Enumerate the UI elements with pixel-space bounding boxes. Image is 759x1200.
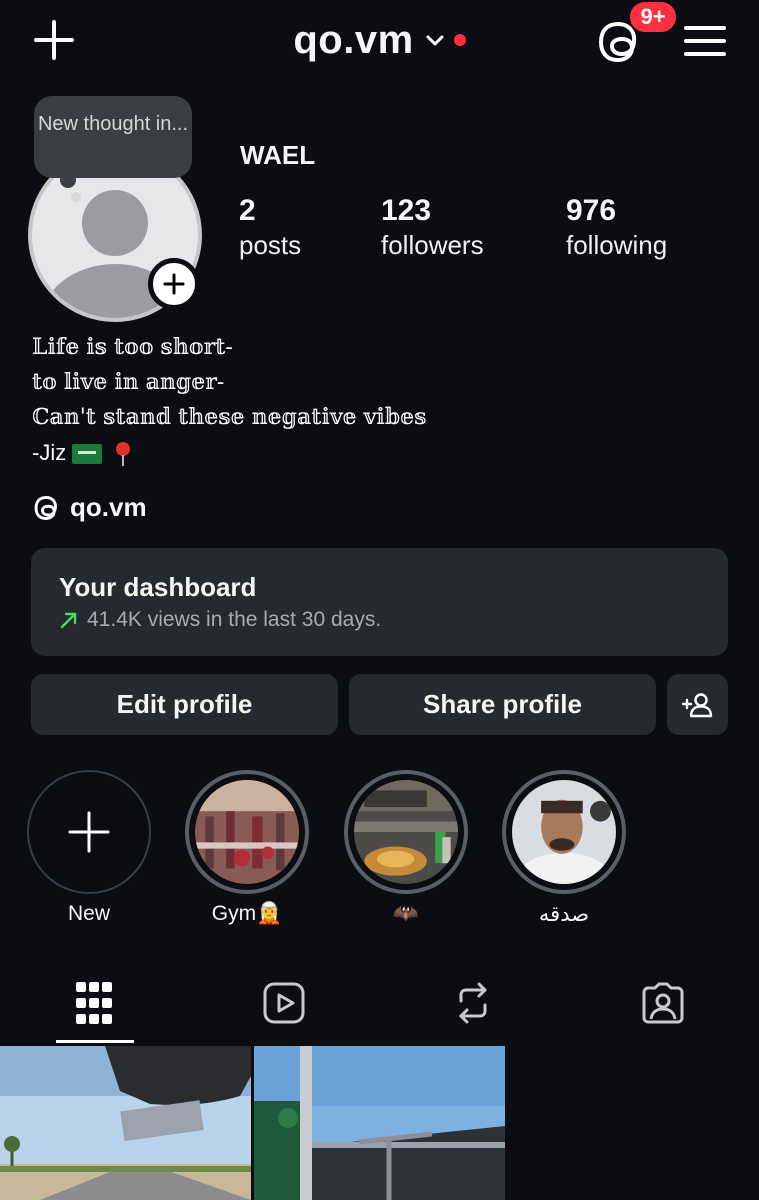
avatar-head-shape (82, 190, 148, 256)
threads-handle: qo.vm (70, 492, 147, 522)
highlight-label: New (67, 902, 110, 925)
dashboard-title: Your dashboard (59, 572, 257, 602)
plus-icon (163, 273, 185, 295)
repost-icon (459, 982, 487, 1024)
followers-label: followers (381, 230, 484, 260)
threads-profile-link[interactable]: qo.vm (32, 492, 147, 523)
plus-icon (68, 811, 110, 853)
saudi-flag-icon (72, 444, 103, 465)
tab-reels[interactable] (254, 976, 314, 1030)
share-profile-button[interactable]: Share profile (349, 674, 656, 735)
unread-dot (453, 34, 466, 46)
bio-line: 𝕥𝕠 𝕝𝕚𝕧𝕖 𝕚𝕟 𝕒𝕟𝕘𝕖𝕣- (32, 370, 225, 395)
dashboard-subtitle: 41.4K views in the last 30 days. (87, 608, 382, 631)
trend-up-arrow-icon (60, 612, 77, 629)
edit-profile-button[interactable]: Edit profile (31, 674, 338, 735)
note-bubble[interactable]: New thought in... (34, 96, 192, 178)
discover-people-button[interactable] (667, 674, 728, 735)
following-label: following (566, 230, 668, 260)
dashboard-subtitle-row: 41.4K views in the last 30 days. (59, 608, 700, 632)
highlight-gym[interactable] (185, 770, 309, 894)
followers-stat[interactable]: 123 followers (381, 194, 484, 262)
top-bar: qo.vm 9+ (0, 0, 759, 90)
chevron-down-icon[interactable] (424, 29, 446, 51)
bio: 𝕃𝕚𝕗𝕖 𝕚𝕤 𝕥𝕠𝕠 𝕤𝕙𝕠𝕣𝕥- 𝕥𝕠 𝕝𝕚𝕧𝕖 𝕚𝕟 𝕒𝕟𝕘𝕖𝕣- ℂ𝕒𝕟… (32, 330, 427, 470)
bio-line: 𝕃𝕚𝕗𝕖 𝕚𝕤 𝕥𝕠𝕠 𝕤𝕙𝕠𝕣𝕥- (32, 335, 233, 360)
pin-icon (116, 442, 131, 467)
bio-last-line: -Jiz (32, 435, 427, 470)
add-person-icon (681, 692, 712, 717)
notification-badge: 9+ (628, 0, 678, 34)
posts-stat[interactable]: 2 posts (239, 194, 301, 262)
tab-tagged[interactable] (633, 976, 693, 1030)
highlight-label: 🦇 (392, 902, 420, 925)
highlight-bat[interactable] (344, 770, 468, 894)
highlight-cover-person (512, 780, 616, 884)
tagged-person-icon (642, 982, 684, 1024)
highlight-cover-gym (195, 780, 299, 884)
tab-reposts[interactable] (443, 976, 503, 1030)
threads-icon (34, 495, 57, 520)
display-name: WAEL (240, 140, 316, 170)
note-bubble-text: New thought in... (37, 113, 189, 135)
hamburger-menu-icon[interactable] (682, 20, 728, 62)
professional-dashboard-card[interactable]: Your dashboard 41.4K views in the last 3… (31, 548, 728, 656)
post-image-building (254, 1046, 505, 1200)
active-tab-indicator (56, 1040, 134, 1043)
bio-line: ℂ𝕒𝕟'𝕥 𝕤𝕥𝕒𝕟𝕕 𝕥𝕙𝕖𝕤𝕖 𝕟𝕖𝕘𝕒𝕥𝕚𝕧𝕖 𝕧𝕚𝕓𝕖𝕤 (32, 405, 427, 430)
new-highlight-button[interactable] (27, 770, 151, 894)
following-stat[interactable]: 976 following (566, 194, 667, 262)
highlight-cover-food (354, 780, 458, 884)
post-image-road (0, 1046, 251, 1200)
note-bubble-tail (60, 172, 76, 188)
add-story-button[interactable] (148, 258, 200, 310)
followers-count: 123 (381, 194, 432, 227)
posts-label: posts (239, 230, 302, 260)
post-thumbnail[interactable] (254, 1046, 505, 1200)
reels-icon (263, 982, 305, 1024)
note-bubble-tail-small (71, 192, 81, 202)
tab-posts-grid[interactable] (64, 976, 124, 1030)
post-thumbnail[interactable] (0, 1046, 251, 1200)
highlight-sadaqa[interactable] (502, 770, 626, 894)
header-username[interactable]: qo.vm (293, 18, 413, 63)
grid-icon (76, 982, 112, 1024)
highlight-label: صدقه (538, 903, 590, 926)
bio-line: -Jiz (32, 440, 67, 465)
posts-count: 2 (239, 194, 256, 227)
following-count: 976 (566, 194, 617, 227)
highlight-label: Gym🧝 (211, 902, 283, 925)
